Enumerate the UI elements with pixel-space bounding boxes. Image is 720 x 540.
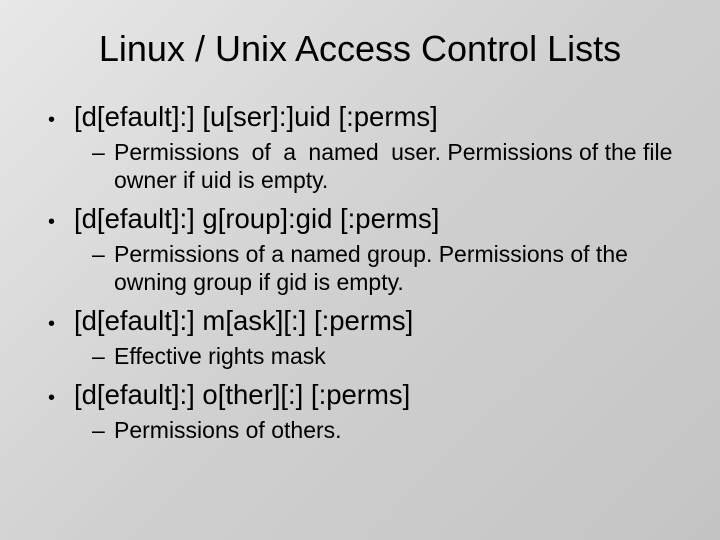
acl-desc: Permissions of a named user. Permissions… <box>114 138 680 194</box>
dash-icon: – <box>92 416 114 444</box>
bullet-icon: • <box>48 384 74 412</box>
dash-icon: – <box>92 240 114 268</box>
sub-item: – Permissions of others. <box>92 416 680 444</box>
sub-list: – Permissions of a named group. Permissi… <box>92 240 680 296</box>
sub-item: – Permissions of a named group. Permissi… <box>92 240 680 296</box>
acl-desc: Permissions of a named group. Permission… <box>114 240 680 296</box>
list-item: • [d[efault]:] o[ther][:] [:perms] – Per… <box>48 378 680 444</box>
acl-desc: Effective rights mask <box>114 342 326 370</box>
bullet-icon: • <box>48 208 74 236</box>
dash-icon: – <box>92 342 114 370</box>
acl-syntax: [d[efault]:] [u[ser]:]uid [:perms] <box>74 100 438 134</box>
sub-item: – Effective rights mask <box>92 342 680 370</box>
sub-list: – Permissions of others. <box>92 416 680 444</box>
acl-syntax: [d[efault]:] o[ther][:] [:perms] <box>74 378 410 412</box>
bullet-icon: • <box>48 106 74 134</box>
sub-list: – Effective rights mask <box>92 342 680 370</box>
list-item: • [d[efault]:] [u[ser]:]uid [:perms] – P… <box>48 100 680 194</box>
bullet-list: • [d[efault]:] [u[ser]:]uid [:perms] – P… <box>48 100 680 444</box>
bullet-icon: • <box>48 310 74 338</box>
list-item: • [d[efault]:] m[ask][:] [:perms] – Effe… <box>48 304 680 370</box>
sub-item: – Permissions of a named user. Permissio… <box>92 138 680 194</box>
acl-syntax: [d[efault]:] g[roup]:gid [:perms] <box>74 202 439 236</box>
acl-syntax: [d[efault]:] m[ask][:] [:perms] <box>74 304 413 338</box>
slide-title: Linux / Unix Access Control Lists <box>40 28 680 70</box>
dash-icon: – <box>92 138 114 166</box>
acl-desc: Permissions of others. <box>114 416 342 444</box>
list-item: • [d[efault]:] g[roup]:gid [:perms] – Pe… <box>48 202 680 296</box>
sub-list: – Permissions of a named user. Permissio… <box>92 138 680 194</box>
